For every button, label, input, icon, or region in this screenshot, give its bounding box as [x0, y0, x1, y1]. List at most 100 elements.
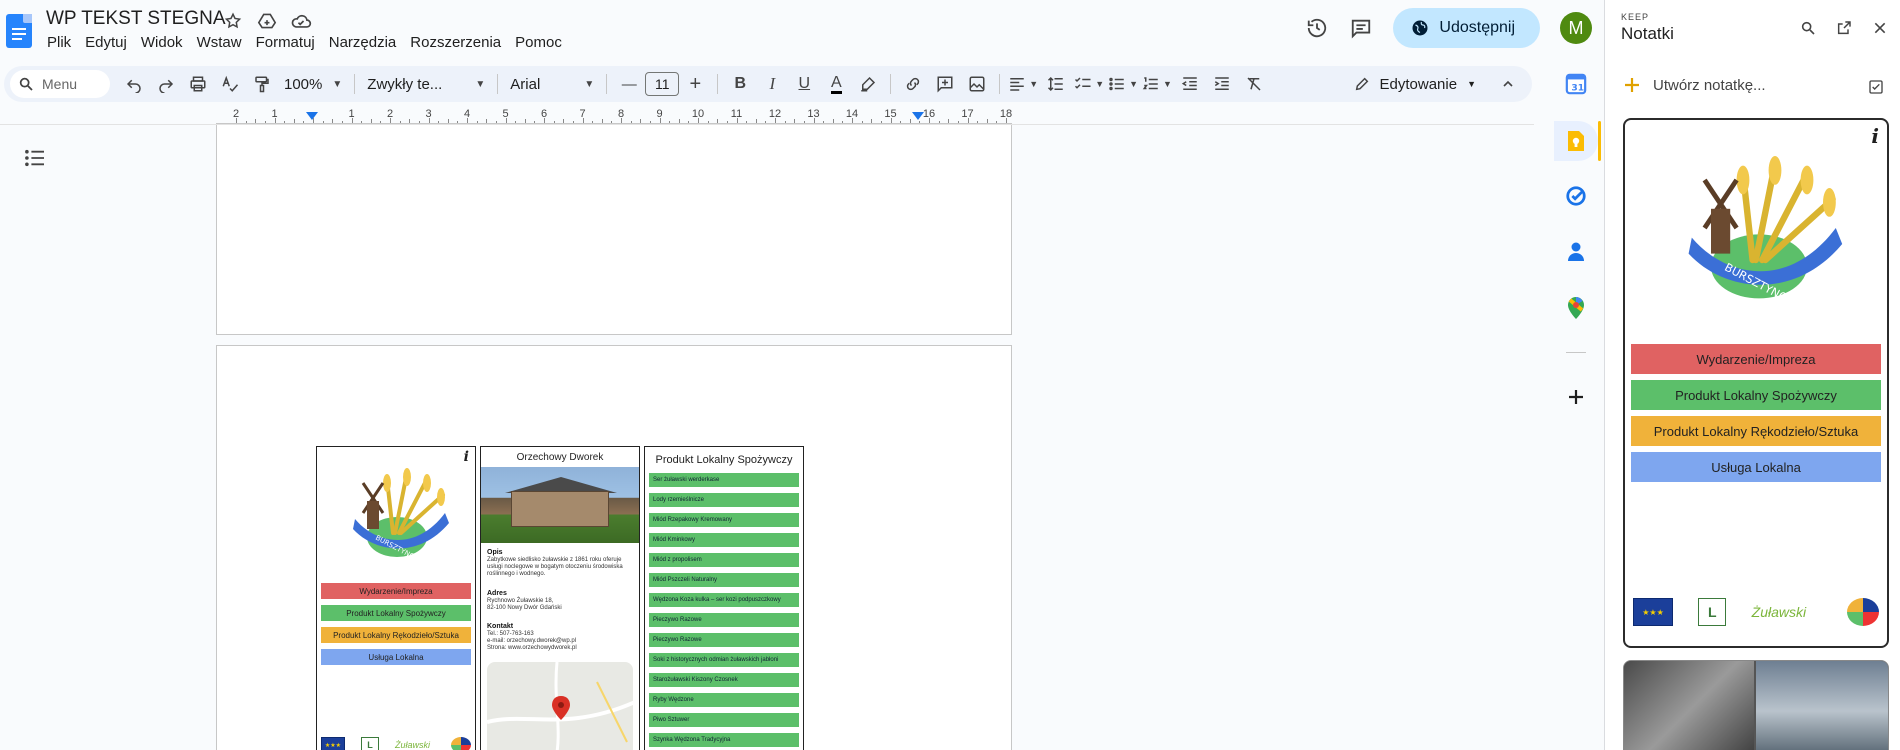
share-button[interactable]: Udostępnij: [1393, 8, 1540, 48]
comments-button[interactable]: [1343, 10, 1379, 46]
spellcheck-button[interactable]: [216, 70, 244, 98]
category-local-craft[interactable]: Produkt Lokalny Rękodzieło/Sztuka: [321, 627, 471, 643]
contacts-icon[interactable]: [1564, 240, 1588, 264]
menu-file[interactable]: Plik: [40, 33, 78, 53]
close-panel-button[interactable]: [1868, 16, 1892, 40]
cloud-status-icon[interactable]: [290, 10, 312, 32]
product-item[interactable]: Starożuławski Kiszony Czosnek: [649, 673, 799, 687]
document-page-2[interactable]: i BURSZTYNOWY CZAS Wydarzenie/Impreza Pr…: [216, 345, 1012, 750]
menu-search-placeholder: Menu: [42, 76, 78, 92]
undo-button[interactable]: [120, 70, 148, 98]
move-to-drive-icon[interactable]: [256, 10, 278, 32]
new-list-checkbox-icon[interactable]: [1868, 79, 1886, 97]
menu-view[interactable]: Widok: [134, 33, 190, 53]
add-comment-button[interactable]: [931, 70, 959, 98]
product-item[interactable]: Miód Rzepakowy Kremowany: [649, 513, 799, 527]
ruler-label: 2: [232, 108, 240, 120]
product-item[interactable]: Lody rzemieślnicze: [649, 493, 799, 507]
increase-indent-button[interactable]: [1208, 70, 1236, 98]
menu-help[interactable]: Pomoc: [508, 33, 569, 53]
clear-formatting-button[interactable]: [1240, 70, 1268, 98]
ruler-minor-tick: [495, 121, 497, 123]
underline-button[interactable]: U: [790, 70, 818, 98]
category-local-service[interactable]: Usługa Lokalna: [1631, 452, 1881, 482]
calendar-icon[interactable]: 31: [1564, 72, 1588, 96]
decrease-indent-button[interactable]: [1176, 70, 1204, 98]
paragraph-style-select[interactable]: Zwykły te... ▼: [361, 70, 491, 98]
paint-format-button[interactable]: [248, 70, 276, 98]
product-item[interactable]: Pieczywo Razowe: [649, 633, 799, 647]
ruler-minor-tick: [601, 119, 603, 123]
tasks-icon[interactable]: [1564, 184, 1588, 208]
menu-search[interactable]: Menu: [10, 70, 110, 98]
document-canvas[interactable]: i BURSZTYNOWY CZAS Wydarzenie/Impreza Pr…: [0, 125, 1534, 750]
category-local-craft[interactable]: Produkt Lokalny Rękodzieło/Sztuka: [1631, 416, 1881, 446]
docs-logo-icon[interactable]: [6, 14, 32, 48]
font-size-input[interactable]: 11: [645, 72, 680, 96]
keep-note-card-photo[interactable]: [1623, 660, 1889, 750]
document-outline-button[interactable]: [24, 149, 48, 169]
menu-tools[interactable]: Narzędzia: [322, 33, 404, 53]
font-family-select[interactable]: Arial ▼: [504, 70, 600, 98]
hide-menus-button[interactable]: [1494, 70, 1522, 98]
redo-button[interactable]: [152, 70, 180, 98]
account-avatar[interactable]: M: [1560, 12, 1592, 44]
zoom-select[interactable]: 100% ▼: [278, 70, 348, 98]
product-item[interactable]: Miód z propolisem: [649, 553, 799, 567]
product-item[interactable]: Ser żuławski werderkase: [649, 473, 799, 487]
menu-extensions[interactable]: Rozszerzenia: [403, 33, 508, 53]
italic-button[interactable]: I: [758, 70, 786, 98]
product-item[interactable]: Pieczywo Razowe: [649, 613, 799, 627]
product-item[interactable]: Piwo Sztuwer: [649, 713, 799, 727]
text-color-button[interactable]: A: [822, 70, 850, 98]
category-local-food[interactable]: Produkt Lokalny Spożywczy: [1631, 380, 1881, 410]
version-history-button[interactable]: [1299, 10, 1335, 46]
print-button[interactable]: [184, 70, 212, 98]
document-title[interactable]: WP TEKST STEGNA: [46, 8, 226, 30]
horizontal-ruler[interactable]: 2 1 1 2 3 4 5 6 7 8 9 10 11 12 13 14 15 16 17 18: [216, 108, 1012, 124]
keep-note-card[interactable]: i BURSZTYNOWY CZAS Wydarzenie/Impreza Pr…: [1623, 118, 1889, 648]
category-event[interactable]: Wydarzenie/Impreza: [1631, 344, 1881, 374]
menu-edit[interactable]: Edytuj: [78, 33, 134, 53]
create-note-button[interactable]: Utwórz notatkę...: [1623, 76, 1766, 94]
product-item[interactable]: Miód Pszczeli Naturalny: [649, 573, 799, 587]
get-addons-plus-icon[interactable]: [1564, 385, 1588, 409]
decrease-font-size-button[interactable]: —: [615, 70, 643, 98]
product-item[interactable]: Miód Kminkowy: [649, 533, 799, 547]
ruler-minor-tick: [909, 119, 911, 123]
increase-font-size-button[interactable]: +: [681, 70, 709, 98]
ruler-label: 17: [961, 108, 974, 120]
info-icon[interactable]: i: [1871, 124, 1879, 148]
keep-icon[interactable]: [1564, 129, 1588, 153]
numbered-list-button[interactable]: ▼: [1142, 70, 1172, 98]
highlight-button[interactable]: [854, 70, 882, 98]
location-map[interactable]: [487, 662, 633, 750]
caret-down-icon: ▼: [1029, 79, 1039, 89]
side-panel-strip: 31: [1554, 66, 1601, 409]
product-item[interactable]: Wędzona Koza kulka – ser kozi podpuszczk…: [649, 593, 799, 607]
category-event[interactable]: Wydarzenie/Impreza: [321, 583, 471, 599]
insert-image-button[interactable]: [963, 70, 991, 98]
info-icon[interactable]: i: [464, 449, 469, 465]
category-local-food[interactable]: Produkt Lokalny Spożywczy: [321, 605, 471, 621]
maps-icon[interactable]: [1564, 296, 1588, 320]
category-local-service[interactable]: Usługa Lokalna: [321, 649, 471, 665]
menu-format[interactable]: Formatuj: [249, 33, 322, 53]
align-button[interactable]: ▼: [1008, 70, 1038, 98]
product-item[interactable]: Ryby Wędzone: [649, 693, 799, 707]
menu-insert[interactable]: Wstaw: [190, 33, 249, 53]
bulleted-list-button[interactable]: ▼: [1108, 70, 1138, 98]
editing-mode-select[interactable]: Edytowanie ▼: [1344, 76, 1486, 93]
product-item[interactable]: Szynka Wędzona Tradycyjna: [649, 733, 799, 747]
open-in-new-tab-button[interactable]: [1832, 16, 1856, 40]
left-indent-marker[interactable]: [306, 112, 318, 120]
insert-link-button[interactable]: [899, 70, 927, 98]
star-icon[interactable]: [222, 10, 244, 32]
product-item[interactable]: Soki z historycznych odmian żuławskich j…: [649, 653, 799, 667]
line-spacing-button[interactable]: [1042, 70, 1070, 98]
bold-button[interactable]: B: [726, 70, 754, 98]
document-page-1[interactable]: [216, 125, 1012, 335]
ruler-minor-tick: [669, 121, 671, 123]
keep-search-button[interactable]: [1796, 16, 1820, 40]
checklist-button[interactable]: ▼: [1074, 70, 1104, 98]
